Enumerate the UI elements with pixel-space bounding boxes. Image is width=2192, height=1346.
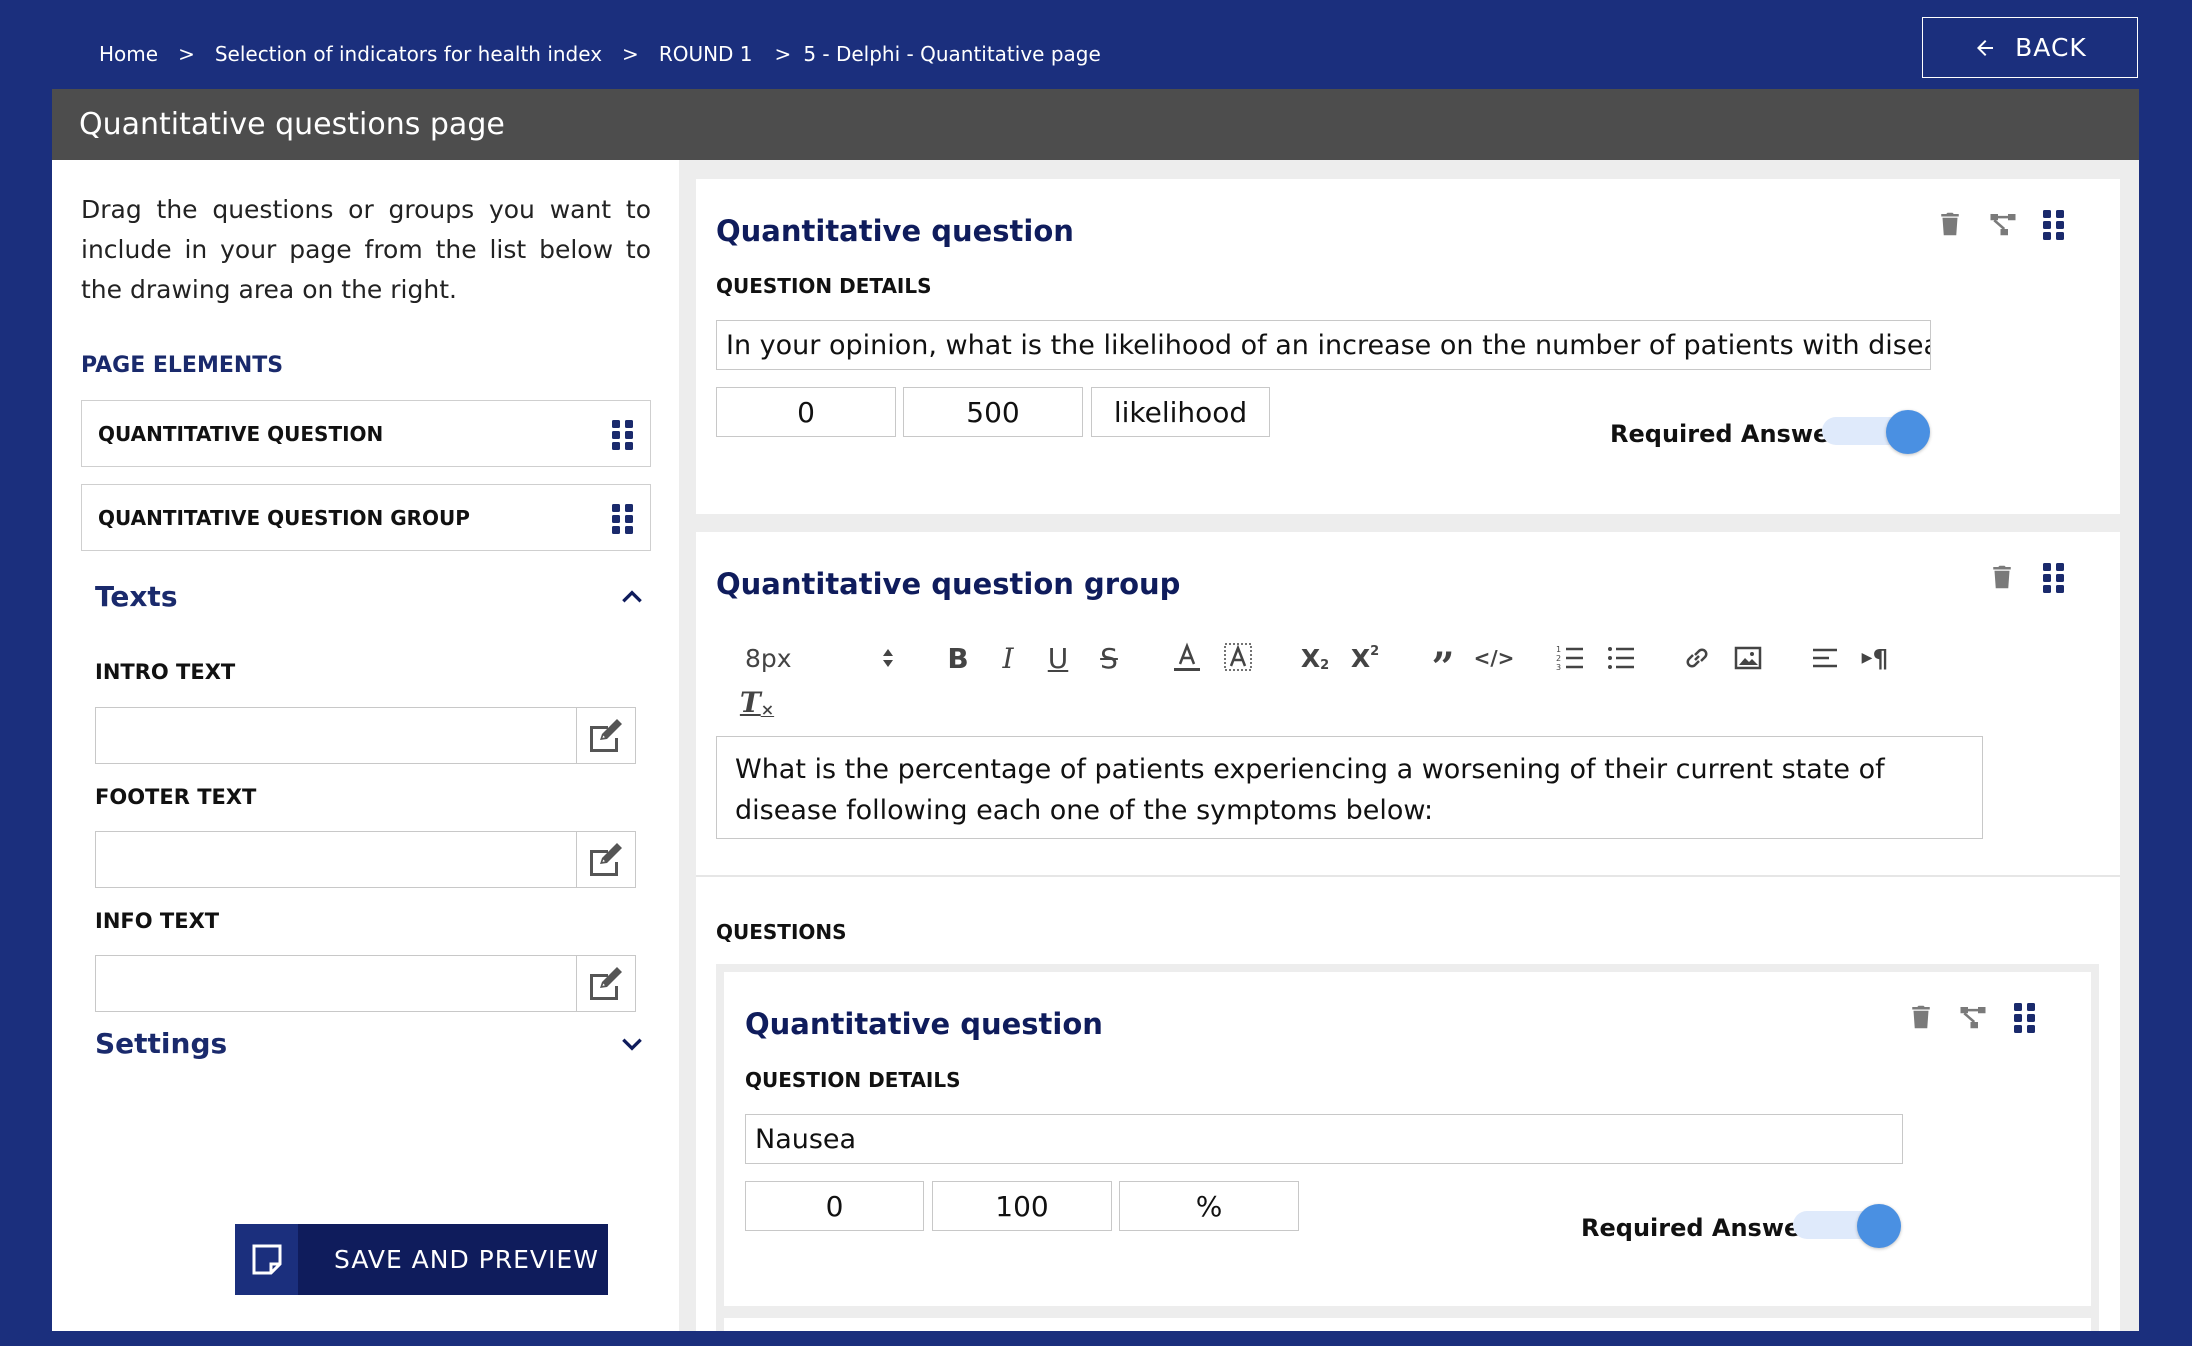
edit-intro-text-button[interactable] [577,708,635,763]
left-panel: Drag the questions or groups you want to… [52,160,679,1331]
info-text-input[interactable] [96,956,577,1011]
info-text-label: INFO TEXT [95,909,220,933]
group-card-title: Quantitative question group [716,567,1181,601]
draggable-item-label: QUANTITATIVE QUESTION GROUP [98,505,470,530]
font-size-value: 8px [745,643,792,673]
drag-handle-icon[interactable] [2008,1000,2042,1034]
ordered-list-icon[interactable]: 123 [1553,638,1587,678]
question-text-input[interactable]: In your opinion, what is the likelihood … [716,320,1931,370]
breadcrumb: Home > Selection of indicators for healt… [99,40,1101,68]
settings-title: Settings [95,1027,228,1060]
font-size-select[interactable]: 8px [745,638,895,678]
nested-required-answer-label: Required Answer [1581,1214,1813,1242]
arrow-left-icon [1977,39,1994,56]
draggable-quantitative-question-group[interactable]: QUANTITATIVE QUESTION GROUP [81,484,651,551]
nested-unit-input[interactable]: % [1119,1181,1299,1231]
align-left-icon[interactable] [1808,638,1842,678]
text-direction-icon[interactable]: ▶ ¶ [1858,638,1892,678]
footer-text-input[interactable] [96,832,577,887]
blockquote-icon[interactable]: ” [1426,638,1460,691]
drag-handle-icon[interactable] [2037,560,2071,594]
nested-question-details-label: QUESTION DETAILS [745,1068,961,1092]
breadcrumb-home[interactable]: Home [99,42,158,66]
back-button[interactable]: BACK [1922,17,2138,78]
italic-icon[interactable]: I [992,638,1024,678]
link-icon[interactable] [1680,638,1714,678]
branching-logic-icon[interactable] [1956,1000,1990,1034]
intro-text-field [95,707,636,764]
intro-text-input[interactable] [96,708,577,763]
edit-icon [590,718,622,752]
max-value-input[interactable]: 500 [903,387,1083,437]
superscript-icon[interactable]: X2 [1348,638,1382,678]
bold-icon[interactable]: B [942,638,974,678]
group-text-editor[interactable]: What is the percentage of patients exper… [716,736,1983,839]
save-and-preview-button[interactable]: SAVE AND PREVIEW [235,1224,608,1295]
nested-question-text-input[interactable]: Nausea [745,1114,1903,1164]
draggable-quantitative-question[interactable]: QUANTITATIVE QUESTION [81,400,651,467]
subscript-icon[interactable]: X2 [1298,638,1332,678]
footer-text-label: FOOTER TEXT [95,785,257,809]
image-icon[interactable] [1731,638,1765,678]
page-elements-title: PAGE ELEMENTS [81,353,284,378]
texts-accordion-header[interactable]: Texts [95,580,645,613]
instructions-text: Drag the questions or groups you want to… [81,195,651,304]
back-button-label: BACK [2015,33,2087,62]
drag-handle-icon [612,503,634,534]
edit-icon [590,842,622,876]
save-and-preview-label: SAVE AND PREVIEW [334,1245,599,1274]
required-answer-toggle[interactable] [1822,410,1930,454]
trash-icon[interactable] [1904,1000,1938,1034]
breadcrumb-project[interactable]: Selection of indicators for health index [215,42,602,66]
code-icon[interactable]: </> [1474,638,1515,678]
clear-formatting-icon[interactable]: T × [740,682,774,722]
breadcrumb-separator: > [178,42,195,66]
question-card-title: Quantitative question [716,214,1074,248]
footer-text-field [95,831,636,888]
nested-question-title: Quantitative question [745,1007,1103,1041]
nested-min-value-input[interactable]: 0 [745,1181,924,1231]
chevron-down-icon [622,1038,642,1051]
edit-footer-text-button[interactable] [577,832,635,887]
breadcrumb-current-page: 5 - Delphi - Quantitative page [803,42,1101,66]
chevron-up-icon [622,589,642,602]
edit-info-text-button[interactable] [577,956,635,1011]
breadcrumb-round[interactable]: ROUND 1 [659,42,753,66]
questions-label: QUESTIONS [716,920,847,944]
underline-icon[interactable]: U [1042,638,1074,678]
divider [696,875,2120,877]
note-icon [235,1224,298,1295]
page-title: Quantitative questions page [52,89,2139,160]
nested-required-answer-toggle[interactable] [1793,1204,1901,1248]
select-arrows-icon [883,649,893,667]
text-color-icon[interactable] [1170,638,1204,678]
min-value-input[interactable]: 0 [716,387,896,437]
settings-accordion-header[interactable]: Settings [95,1027,645,1060]
required-answer-label: Required Answer [1610,420,1842,448]
svg-text:3: 3 [1556,663,1561,672]
page-bottom-edge [0,1331,2192,1346]
svg-text:1: 1 [1556,645,1561,654]
drag-handle-icon[interactable] [2037,207,2071,241]
nested-max-value-input[interactable]: 100 [932,1181,1112,1231]
draggable-item-label: QUANTITATIVE QUESTION [98,421,384,446]
edit-icon [590,966,622,1000]
background-color-icon[interactable] [1221,638,1255,678]
trash-icon[interactable] [1985,560,2019,594]
texts-title: Texts [95,580,178,613]
question-details-label: QUESTION DETAILS [716,274,932,298]
breadcrumb-separator: > [622,42,639,66]
breadcrumb-separator: > [774,42,792,66]
drag-handle-icon [612,419,634,450]
info-text-field [95,955,636,1012]
unit-input[interactable]: likelihood [1091,387,1270,437]
branching-logic-icon[interactable] [1986,207,2020,241]
svg-text:2: 2 [1556,654,1561,663]
strikethrough-icon[interactable]: S [1093,638,1125,678]
intro-text-label: INTRO TEXT [95,660,236,684]
bullet-list-icon[interactable] [1604,638,1638,678]
trash-icon[interactable] [1933,207,1967,241]
